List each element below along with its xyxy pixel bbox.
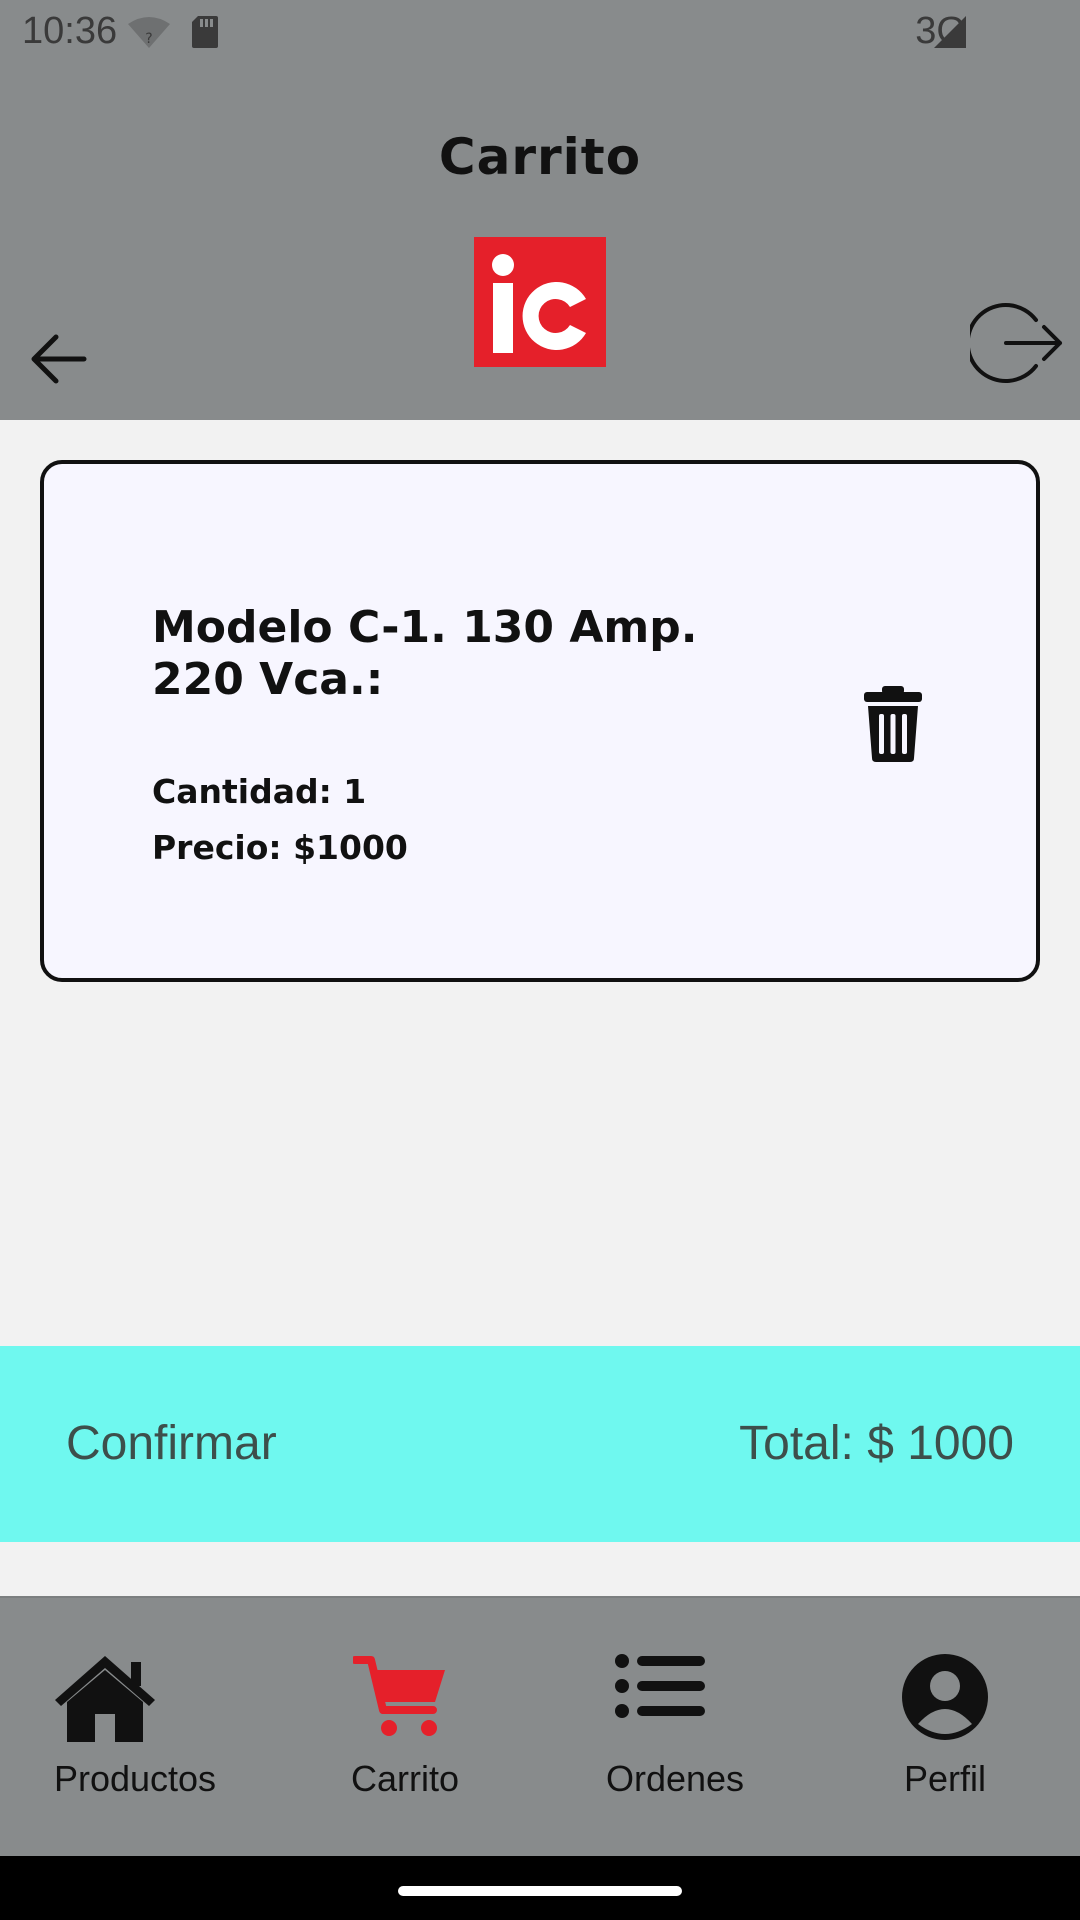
product-price: Precio: $1000 xyxy=(152,828,408,867)
sd-card-icon xyxy=(192,16,218,48)
cart-icon xyxy=(353,1656,445,1736)
page-title: Carrito xyxy=(438,128,642,186)
home-icon xyxy=(55,1656,155,1742)
logout-icon[interactable] xyxy=(970,296,1064,390)
product-name: Modelo C-1. 130 Amp. 220 Vca.: xyxy=(152,602,698,705)
status-bar: 10:36 ? 3G xyxy=(0,0,1080,64)
bottom-nav: Productos Carrito Ordenes Perfil xyxy=(0,1596,1080,1856)
nav-label-perfil: Perfil xyxy=(903,1758,987,1799)
back-arrow-icon[interactable] xyxy=(26,326,92,392)
product-quantity: Cantidad: 1 xyxy=(152,772,367,811)
cart-item-card: Modelo C-1. 130 Amp. 220 Vca.: Cantidad:… xyxy=(40,460,1040,982)
nav-item-ordenes[interactable]: Ordenes xyxy=(600,1654,750,1814)
nav-label-productos: Productos xyxy=(53,1758,217,1799)
nav-item-carrito[interactable]: Carrito xyxy=(330,1654,480,1814)
user-icon xyxy=(902,1654,988,1740)
nav-item-perfil[interactable]: Perfil xyxy=(880,1654,1010,1814)
nav-label-ordenes: Ordenes xyxy=(605,1758,745,1799)
nav-item-productos[interactable]: Productos xyxy=(40,1654,230,1814)
list-icon xyxy=(615,1654,705,1718)
svg-text:?: ? xyxy=(145,31,152,47)
signal-icon xyxy=(934,16,966,48)
status-time: 10:36 xyxy=(22,10,118,52)
confirm-button[interactable]: Confirmar xyxy=(66,1416,277,1471)
home-gesture-handle[interactable] xyxy=(398,1886,682,1896)
app-header: Carrito xyxy=(0,64,1080,420)
trash-icon[interactable] xyxy=(860,686,926,762)
total-amount: Total: $ 1000 xyxy=(739,1417,1014,1470)
wifi-icon: ? xyxy=(128,17,170,48)
brand-logo xyxy=(474,237,606,367)
system-gesture-bar xyxy=(0,1856,1080,1920)
checkout-bar: Confirmar Total: $ 1000 xyxy=(0,1346,1080,1542)
nav-label-carrito: Carrito xyxy=(350,1758,460,1799)
